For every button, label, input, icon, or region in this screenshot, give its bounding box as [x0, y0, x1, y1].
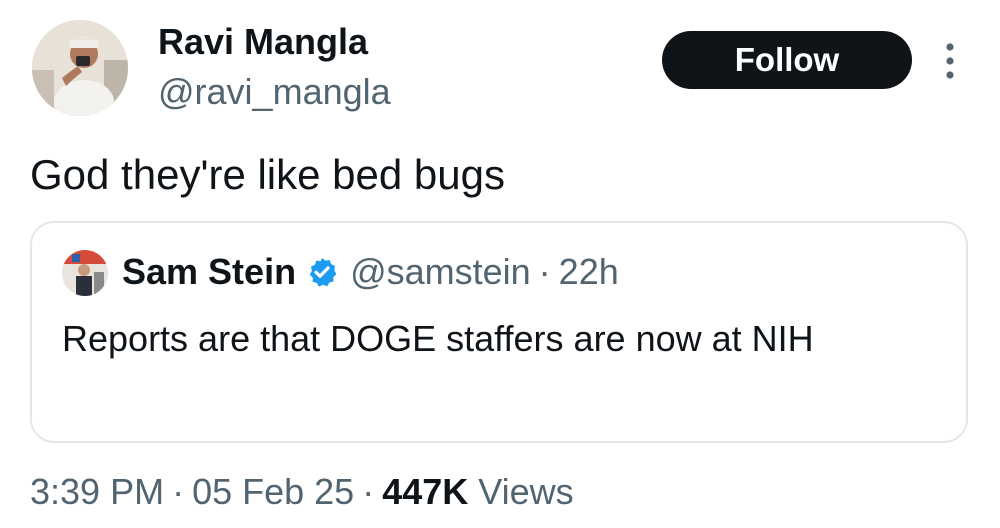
quoted-tweet-time[interactable]: 22h [559, 249, 619, 295]
separator-dot: · [362, 471, 375, 512]
views-count[interactable]: 447K [382, 471, 468, 512]
tweet-meta: 3:39 PM · 05 Feb 25 · 447K Views [30, 470, 574, 514]
separator-dot: · [172, 471, 185, 512]
quoted-tweet-header: Sam Stein @samstein · 22h [122, 249, 619, 295]
tweet-date[interactable]: 05 Feb 25 [192, 471, 354, 512]
quoted-author-avatar[interactable] [62, 250, 108, 296]
author-avatar[interactable] [32, 20, 128, 116]
quoted-author-name[interactable]: Sam Stein [122, 249, 296, 295]
separator-dot: · [538, 251, 551, 292]
author-handle[interactable]: @ravi_mangla [158, 72, 391, 112]
more-vertical-icon[interactable] [935, 38, 965, 84]
quoted-author-handle[interactable]: @samstein [350, 249, 531, 295]
quoted-avatar-photo [62, 250, 108, 296]
quoted-tweet-text: Reports are that DOGE staffers are now a… [62, 318, 814, 359]
avatar-photo [32, 20, 128, 116]
follow-button[interactable]: Follow [662, 31, 912, 89]
quoted-tweet-card[interactable]: Sam Stein @samstein · 22h Reports are th… [30, 221, 968, 443]
author-name[interactable]: Ravi Mangla [158, 22, 368, 62]
tweet-text: God they're like bed bugs [30, 151, 505, 198]
tweet-time[interactable]: 3:39 PM [30, 471, 164, 512]
views-label[interactable]: Views [478, 471, 573, 512]
verified-badge-icon [306, 256, 338, 288]
